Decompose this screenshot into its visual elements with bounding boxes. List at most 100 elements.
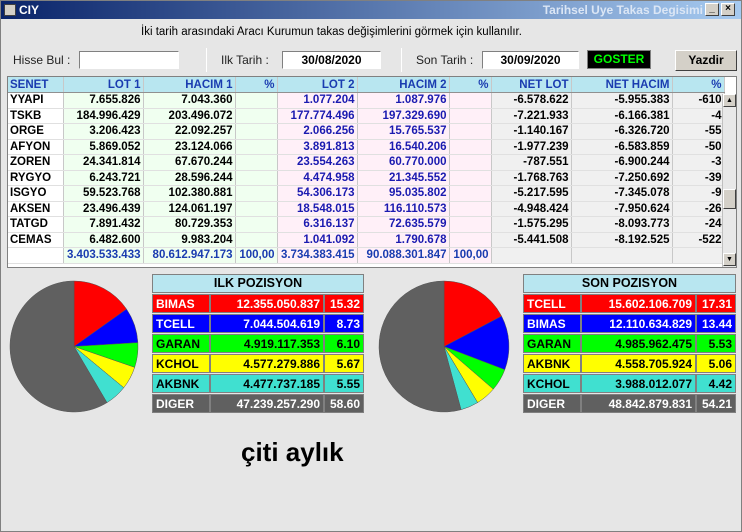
position-percent: 5.67: [324, 354, 364, 373]
totals-cell: 90.088.301.847: [357, 247, 450, 264]
position-value: 15.602.106.709: [581, 294, 696, 313]
window-title: Tarihsel Uye Takas Degisimi: [542, 3, 703, 17]
position-row: BIMAS 12.110.634.829 13.44: [523, 314, 736, 333]
position-percent: 5.06: [696, 354, 736, 373]
column-header[interactable]: LOT 1: [63, 77, 144, 93]
table-row[interactable]: ORGE 3.206.423 22.092.257 2.066.256 15.765.5…: [8, 123, 725, 140]
table-cell: 80.729.353: [143, 216, 236, 233]
hisse-search-input[interactable]: [79, 51, 179, 69]
table-cell: 1.790.678: [357, 232, 450, 248]
son-tarih-input[interactable]: 30/09/2020: [482, 51, 579, 69]
vertical-scrollbar[interactable]: ▲ ▼: [722, 94, 736, 267]
column-header[interactable]: SENET: [8, 77, 64, 93]
table-cell: 54.306.173: [277, 185, 358, 202]
table-cell: [449, 123, 492, 140]
position-name: TCELL: [152, 314, 210, 333]
table-cell: 6.243.721: [63, 170, 144, 186]
table-cell: [235, 123, 278, 140]
table-row[interactable]: ZOREN 24.341.814 67.670.244 23.554.263 60.77…: [8, 154, 725, 171]
table-cell: -1.977.239: [491, 139, 572, 155]
takas-grid[interactable]: SENET LOT 1 HACIM 1% LOT 2 HACIM 2% NET LOT NE…: [7, 76, 737, 268]
table-cell: -6.900.244: [571, 154, 673, 171]
scroll-down-icon[interactable]: ▼: [723, 253, 736, 266]
table-cell: CEMAS: [8, 232, 64, 248]
table-row[interactable]: ISGYO 59.523.768 102.380.881 54.306.173 95.0…: [8, 185, 725, 202]
separator: [401, 48, 402, 72]
table-cell: [449, 92, 492, 109]
totals-row: 3.403.533.433 80.612.947.173 100,00 3.734.3…: [8, 247, 725, 264]
table-cell: -5.217.595: [491, 185, 572, 202]
position-name: KCHOL: [152, 354, 210, 373]
ilk-pie-chart: [9, 280, 139, 413]
app-icon[interactable]: [4, 4, 16, 16]
table-cell: -6.583.859: [571, 139, 673, 155]
position-row: AKBNK 4.558.705.924 5.06: [523, 354, 736, 373]
position-value: 4.919.117.353: [210, 334, 324, 353]
takas-table: SENET LOT 1 HACIM 1% LOT 2 HACIM 2% NET LOT NE…: [8, 77, 725, 264]
position-row: GARAN 4.985.962.475 5.53: [523, 334, 736, 353]
totals-cell: [672, 247, 725, 264]
table-cell: [235, 185, 278, 202]
column-header[interactable]: %: [449, 77, 492, 93]
column-header[interactable]: LOT 2: [277, 77, 358, 93]
scroll-up-icon[interactable]: ▲: [723, 94, 736, 107]
column-header[interactable]: %: [672, 77, 725, 93]
position-name: GARAN: [152, 334, 210, 353]
column-header[interactable]: NET LOT: [491, 77, 572, 93]
title-bar[interactable]: CIY Tarihsel Uye Takas Degisimi _ ×: [1, 1, 741, 19]
table-cell: -4: [672, 108, 725, 124]
table-row[interactable]: YYAPI 7.655.826 7.043.360 1.077.204 1.087.97…: [8, 92, 725, 109]
scroll-thumb[interactable]: [723, 189, 736, 209]
table-cell: [449, 154, 492, 171]
table-cell: 24.341.814: [63, 154, 144, 171]
table-cell: 2.066.256: [277, 123, 358, 140]
table-cell: 124.061.197: [143, 201, 236, 217]
column-header[interactable]: NET HACIM: [571, 77, 673, 93]
close-button[interactable]: ×: [721, 3, 735, 16]
position-value: 3.988.012.077: [581, 374, 696, 393]
totals-cell: 80.612.947.173: [143, 247, 236, 264]
table-header-row: SENET LOT 1 HACIM 1% LOT 2 HACIM 2% NET LOT NE…: [8, 77, 725, 93]
table-cell: -1.140.167: [491, 123, 572, 140]
position-percent: 15.32: [324, 294, 364, 313]
table-cell: RYGYO: [8, 170, 64, 186]
table-row[interactable]: AKSEN 23.496.439 124.061.197 18.548.015 116.…: [8, 201, 725, 217]
table-cell: 23.554.263: [277, 154, 358, 171]
table-cell: -5.441.508: [491, 232, 572, 248]
column-header[interactable]: HACIM 2: [357, 77, 450, 93]
minimize-button[interactable]: _: [705, 3, 719, 16]
app-name: CIY: [19, 3, 40, 17]
table-cell: [235, 170, 278, 186]
table-row[interactable]: CEMAS 6.482.600 9.983.204 1.041.092 1.790.67…: [8, 232, 725, 248]
ilk-tarih-input[interactable]: 30/08/2020: [282, 51, 381, 69]
table-cell: 7.891.432: [63, 216, 144, 233]
position-percent: 5.53: [696, 334, 736, 353]
position-name: BIMAS: [152, 294, 210, 313]
column-header[interactable]: %: [235, 77, 278, 93]
column-header[interactable]: HACIM 1: [143, 77, 236, 93]
info-text: İki tarih arasındaki Aracı Kurumun takas…: [141, 26, 522, 38]
table-row[interactable]: RYGYO 6.243.721 28.596.244 4.474.958 21.345.…: [8, 170, 725, 186]
position-value: 7.044.504.619: [210, 314, 324, 333]
table-cell: [235, 108, 278, 124]
goster-button[interactable]: GOSTER: [587, 50, 651, 69]
position-row: KCHOL 4.577.279.886 5.67: [152, 354, 364, 373]
table-cell: 6.482.600: [63, 232, 144, 248]
table-cell: 116.110.573: [357, 201, 450, 217]
table-row[interactable]: AFYON 5.869.052 23.124.066 3.891.813 16.540.…: [8, 139, 725, 155]
position-percent: 17.31: [696, 294, 736, 313]
main-window: CIY Tarihsel Uye Takas Degisimi _ × İki …: [0, 0, 742, 532]
caption-text: çiti aylık: [241, 437, 344, 467]
yazdir-button[interactable]: Yazdir: [675, 50, 737, 71]
table-cell: 67.670.244: [143, 154, 236, 171]
separator: [206, 48, 207, 72]
table-cell: 7.655.826: [63, 92, 144, 109]
table-cell: 23.496.439: [63, 201, 144, 217]
table-row[interactable]: TATGD 7.891.432 80.729.353 6.316.137 72.635.…: [8, 216, 725, 233]
ilk-pozisyon-title: ILK POZISYON: [152, 274, 364, 293]
table-cell: -55: [672, 123, 725, 140]
table-cell: [235, 232, 278, 248]
table-row[interactable]: TSKB 184.996.429 203.496.072 177.774.496 197…: [8, 108, 725, 124]
table-cell: 3.206.423: [63, 123, 144, 140]
table-cell: -9: [672, 185, 725, 202]
